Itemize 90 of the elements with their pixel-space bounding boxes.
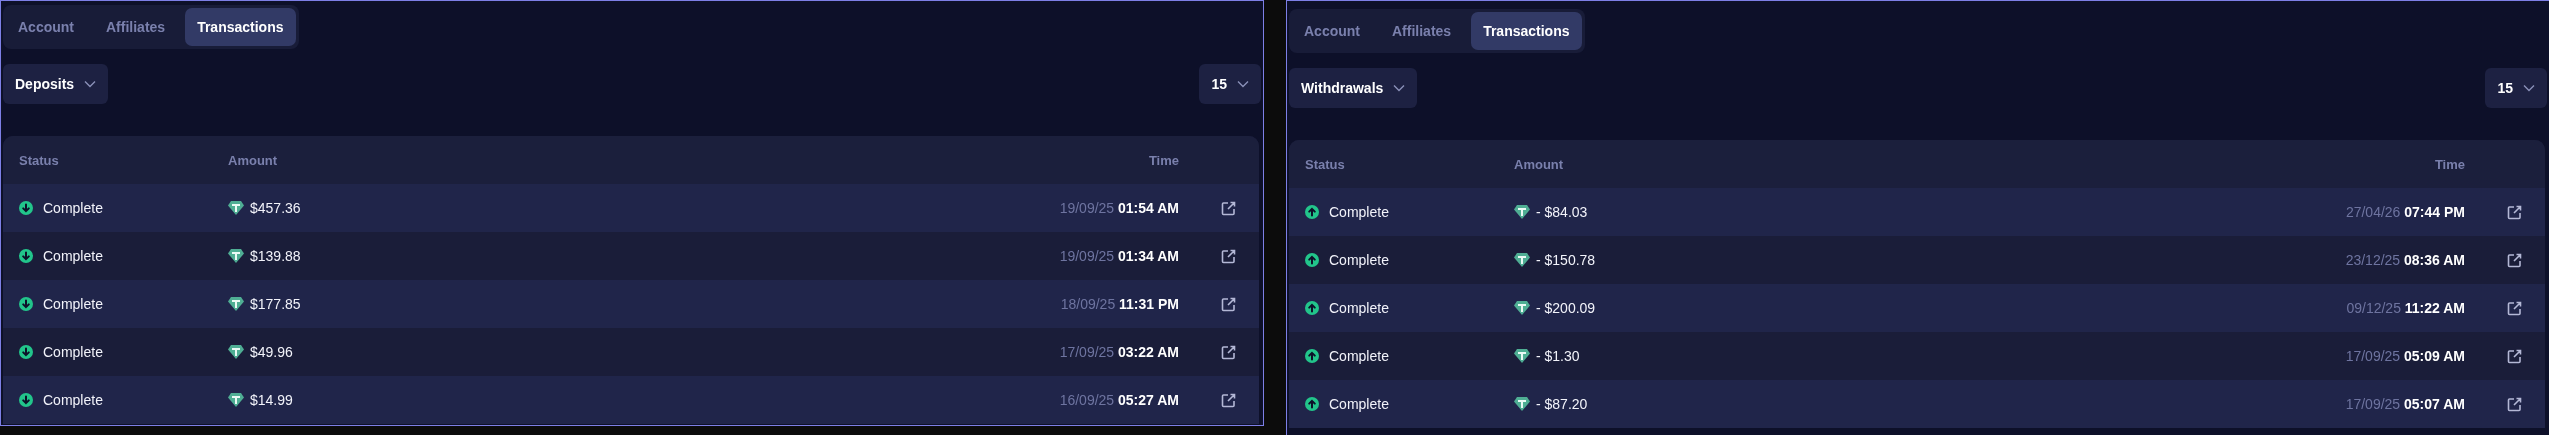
gem-icon (228, 345, 244, 359)
gem-icon (228, 201, 244, 215)
status-text: Complete (43, 296, 103, 312)
tab[interactable]: Affiliates (1380, 12, 1464, 50)
external-link-icon (2506, 348, 2522, 364)
open-link-button[interactable] (1220, 296, 1236, 312)
arrow-up-icon (1305, 397, 1319, 411)
open-link-button[interactable] (2506, 204, 2522, 220)
page-size-dropdown[interactable]: 15 (2485, 68, 2547, 108)
external-link-icon (2506, 252, 2522, 268)
tab[interactable]: Transactions (1471, 12, 1582, 50)
column-header: Status (1305, 156, 1346, 172)
time-text: 17/09/25 03:22 AM (1058, 344, 1179, 360)
gem-icon (1514, 253, 1530, 267)
external-link-icon (1220, 248, 1236, 264)
tab[interactable]: Account (1292, 12, 1372, 50)
type-dropdown[interactable]: Deposits (3, 64, 109, 104)
open-link-button[interactable] (2506, 348, 2522, 364)
status-text: Complete (43, 200, 103, 216)
time-text: 27/04/26 07:44 PM (2344, 204, 2465, 220)
time-text: 17/09/25 05:09 AM (2344, 348, 2465, 364)
column-header: Amount (1514, 156, 1565, 172)
time-text: 17/09/25 05:07 AM (2344, 396, 2465, 412)
status-text: Complete (1329, 252, 1389, 268)
chevron-down-icon (2523, 84, 2535, 92)
column-header: Time (2433, 156, 2465, 172)
time-text: 19/09/25 01:34 AM (1058, 248, 1179, 264)
arrow-down-icon (19, 393, 33, 407)
open-link-button[interactable] (1220, 248, 1236, 264)
amount-text: - $84.03 (1536, 204, 1588, 220)
chevron-down-icon (1237, 80, 1249, 88)
amount-text: $457.36 (250, 200, 301, 216)
status-text: Complete (1329, 348, 1389, 364)
time-text: 09/12/25 11:22 AM (2345, 300, 2465, 316)
external-link-icon (1220, 200, 1236, 216)
amount-text: - $1.30 (1536, 348, 1580, 364)
column-header: Time (1147, 152, 1179, 168)
arrow-down-icon (19, 201, 33, 215)
amount-text: - $150.78 (1536, 252, 1596, 268)
amount-text: $177.85 (250, 296, 301, 312)
arrow-down-icon (19, 345, 33, 359)
status-text: Complete (43, 392, 103, 408)
tab[interactable]: Affiliates (94, 8, 178, 46)
tab[interactable]: Account (6, 8, 86, 46)
open-link-button[interactable] (1220, 392, 1236, 408)
status-text: Complete (1329, 300, 1389, 316)
external-link-icon (2506, 204, 2522, 220)
time-text: 23/12/25 08:36 AM (2344, 252, 2465, 268)
amount-text: $14.99 (250, 392, 293, 408)
open-link-button[interactable] (1220, 344, 1236, 360)
open-link-button[interactable] (2506, 300, 2522, 316)
arrow-up-icon (1305, 349, 1319, 363)
arrow-up-icon (1305, 205, 1319, 219)
arrow-up-icon (1305, 301, 1319, 315)
amount-text: - $200.09 (1536, 300, 1596, 316)
gem-icon (1514, 205, 1530, 219)
external-link-icon (2506, 300, 2522, 316)
open-link-button[interactable] (2506, 396, 2522, 412)
chevron-down-icon (84, 80, 97, 88)
amount-text: $49.96 (250, 344, 293, 360)
type-dropdown[interactable]: Withdrawals (1289, 68, 1418, 108)
open-link-button[interactable] (2506, 252, 2522, 268)
time-text: 19/09/25 01:54 AM (1058, 200, 1179, 216)
arrow-up-icon (1305, 253, 1319, 267)
external-link-icon (2506, 396, 2522, 412)
open-link-button[interactable] (1220, 200, 1236, 216)
arrow-down-icon (19, 297, 33, 311)
external-link-icon (1220, 392, 1236, 408)
status-text: Complete (43, 248, 103, 264)
status-text: Complete (43, 344, 103, 360)
amount-text: $139.88 (250, 248, 301, 264)
column-header: Status (19, 152, 60, 168)
chevron-down-icon (1393, 84, 1406, 92)
gem-icon (228, 249, 244, 263)
arrow-down-icon (19, 249, 33, 263)
gem-icon (228, 297, 244, 311)
tab[interactable]: Transactions (185, 8, 296, 46)
time-text: 16/09/25 05:27 AM (1058, 392, 1179, 408)
status-text: Complete (1329, 204, 1389, 220)
gem-icon (1514, 397, 1530, 411)
time-text: 18/09/25 11:31 PM (1059, 296, 1179, 312)
page-size-dropdown[interactable]: 15 (1199, 64, 1261, 104)
status-text: Complete (1329, 396, 1389, 412)
amount-text: - $87.20 (1536, 396, 1588, 412)
gem-icon (228, 393, 244, 407)
column-header: Amount (228, 152, 279, 168)
gem-icon (1514, 349, 1530, 363)
external-link-icon (1220, 296, 1236, 312)
external-link-icon (1220, 344, 1236, 360)
gem-icon (1514, 301, 1530, 315)
